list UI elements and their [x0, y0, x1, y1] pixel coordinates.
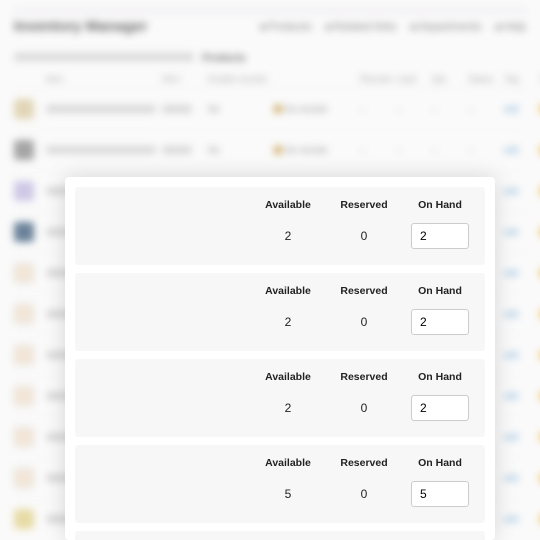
- inventory-card: Available Reserved On Hand 20: [75, 273, 485, 351]
- inventory-card: AvailableReservedOn Hand404: [75, 531, 485, 540]
- onhand-header: On Hand: [405, 371, 475, 383]
- reserved-value: 0: [329, 229, 399, 243]
- onhand-header: On Hand: [405, 199, 475, 211]
- available-header: Available: [253, 371, 323, 383]
- onhand-input[interactable]: [411, 395, 469, 421]
- reserved-value: 0: [329, 401, 399, 415]
- available-value: 2: [253, 315, 323, 329]
- reserved-header: Reserved: [329, 199, 399, 211]
- onhand-input[interactable]: [411, 481, 469, 507]
- reserved-value: 0: [329, 315, 399, 329]
- inventory-card: Available Reserved On Hand 50: [75, 445, 485, 523]
- header-actions: Products Related links Departments Help: [260, 21, 526, 33]
- reserved-value: 0: [329, 487, 399, 501]
- available-header: Available: [253, 457, 323, 469]
- available-header: Available: [253, 199, 323, 211]
- available-value: 5: [253, 487, 323, 501]
- onhand-input[interactable]: [411, 309, 469, 335]
- page-title: Inventory Manager: [14, 18, 147, 35]
- reserved-header: Reserved: [329, 457, 399, 469]
- reserved-header: Reserved: [329, 371, 399, 383]
- inventory-card: Available Reserved On Hand 20: [75, 359, 485, 437]
- available-value: 2: [253, 229, 323, 243]
- available-value: 2: [253, 401, 323, 415]
- inventory-levels-panel: AvailableReservedOn Hand20AvailableReser…: [65, 177, 495, 540]
- reserved-header: Reserved: [329, 285, 399, 297]
- available-header: Available: [253, 285, 323, 297]
- onhand-input[interactable]: [411, 223, 469, 249]
- inventory-card: Available Reserved On Hand 20: [75, 187, 485, 265]
- onhand-header: On Hand: [405, 285, 475, 297]
- onhand-header: On Hand: [405, 457, 475, 469]
